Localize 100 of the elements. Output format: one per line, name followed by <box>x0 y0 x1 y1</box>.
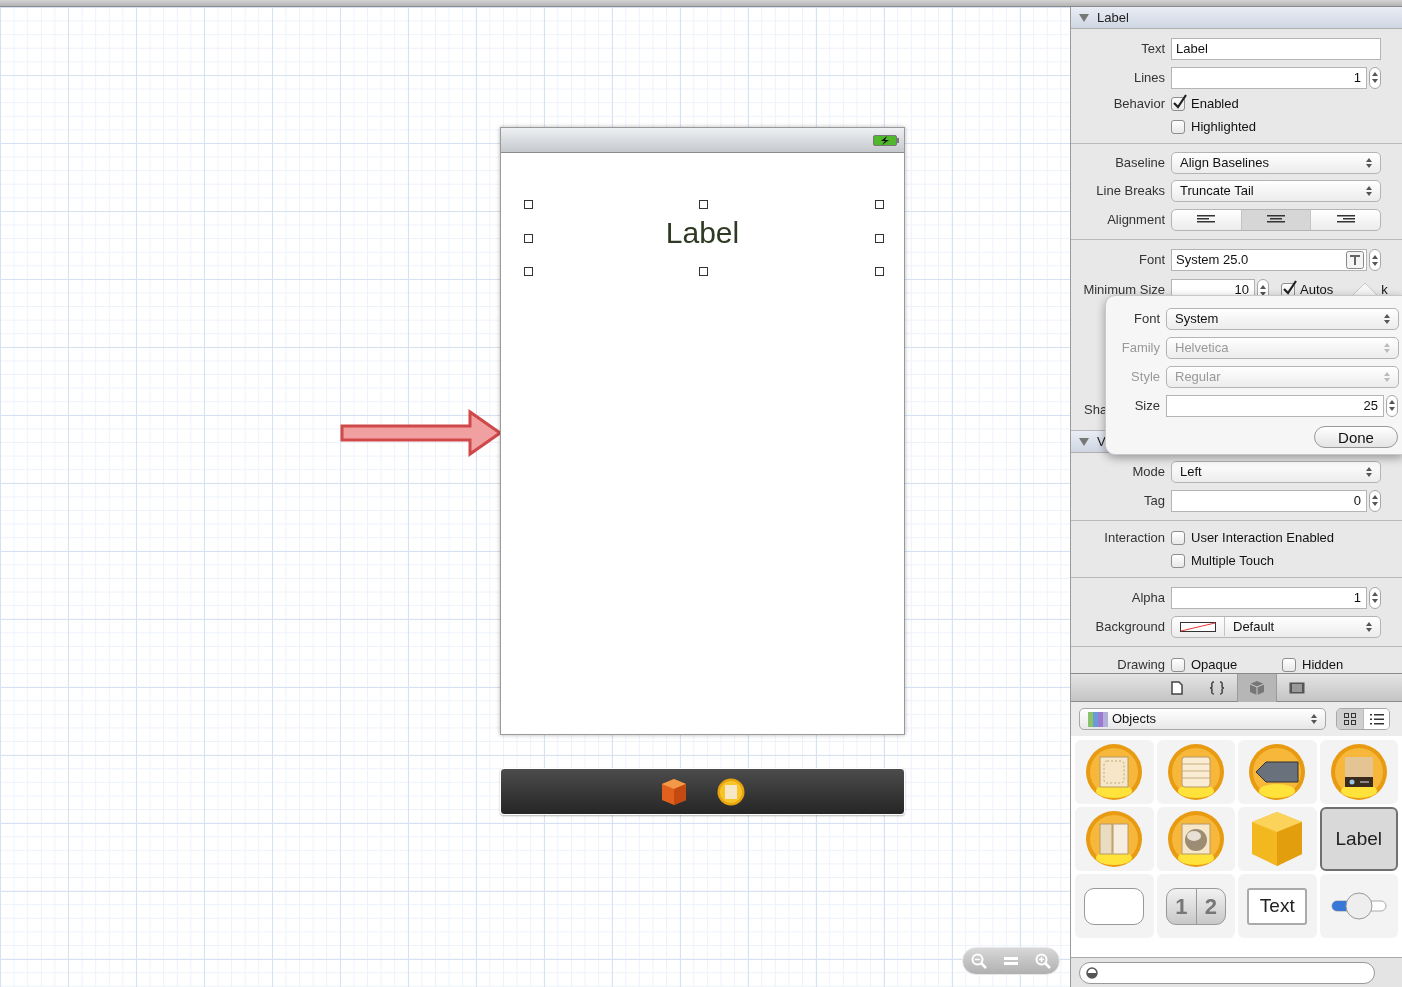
cube-icon[interactable] <box>660 777 687 806</box>
number-field[interactable]: 0 <box>1171 489 1367 512</box>
field-label: Interaction <box>1104 529 1165 545</box>
selection-handle[interactable] <box>875 234 884 243</box>
checkbox-label: User Interaction Enabled <box>1191 528 1335 547</box>
cube-icon <box>1248 679 1265 696</box>
field-label: Line Breaks <box>1096 183 1165 199</box>
checkbox-label: Highlighted <box>1191 117 1257 136</box>
field-label: Background <box>1095 618 1165 634</box>
stepper[interactable] <box>1369 489 1381 512</box>
updown-icon <box>1384 342 1390 353</box>
library-tab[interactable] <box>1236 673 1277 702</box>
stepper-down-icon <box>1372 502 1378 506</box>
select[interactable]: System <box>1166 307 1399 330</box>
library-dropdown[interactable]: Objects <box>1079 708 1326 730</box>
selection-handle[interactable] <box>875 267 884 276</box>
disclosure-triangle-icon[interactable] <box>1079 12 1089 23</box>
checkbox-label: Enabled <box>1191 94 1239 113</box>
field-label: Style <box>1131 368 1160 384</box>
field-label: Alignment <box>1107 211 1165 227</box>
library-item[interactable] <box>1238 740 1317 804</box>
segment-number: 1 <box>1174 892 1189 921</box>
alignment-segment[interactable] <box>1240 209 1311 230</box>
section-header[interactable]: Label <box>1071 7 1402 29</box>
updown-icon <box>1384 371 1390 382</box>
checkbox[interactable] <box>1171 658 1185 672</box>
list-icon <box>1369 713 1384 725</box>
selection-handle[interactable] <box>524 200 533 209</box>
library-item[interactable] <box>1319 740 1398 804</box>
field-label: Behavior <box>1113 95 1165 111</box>
updown-icon <box>1366 621 1372 632</box>
stepper-down-icon <box>1372 261 1378 266</box>
field-label: Family <box>1121 339 1160 355</box>
stepper[interactable] <box>1369 66 1381 89</box>
field-label: Lines <box>1133 69 1165 85</box>
selection-handle[interactable] <box>699 200 708 209</box>
checkbox[interactable] <box>1282 658 1296 672</box>
field-label: Font <box>1134 310 1160 326</box>
align-icon <box>1267 215 1285 224</box>
select[interactable]: Truncate Tail <box>1171 180 1381 202</box>
label-text[interactable]: Label <box>665 218 740 248</box>
checkbox-label: Autos <box>1300 281 1334 300</box>
disclosure-triangle-icon[interactable] <box>1079 436 1089 447</box>
view-controller-icon[interactable] <box>716 777 745 806</box>
stepper-down-icon <box>1372 599 1378 603</box>
field-label: Drawing <box>1117 657 1165 673</box>
select[interactable]: Align Baselines <box>1171 152 1381 174</box>
number-field[interactable]: 1 <box>1171 586 1367 609</box>
field-label: Tag <box>1144 492 1165 508</box>
file-icon <box>1170 680 1183 695</box>
color-select[interactable]: Default <box>1171 615 1381 638</box>
stepper-up-icon <box>1389 400 1395 404</box>
checkbox[interactable] <box>1171 96 1185 111</box>
grid-view-button[interactable] <box>1337 709 1363 729</box>
film-icon <box>1288 681 1305 694</box>
updown-icon <box>1366 186 1372 196</box>
field-label: Alpha <box>1131 589 1165 605</box>
number-field[interactable]: 25 <box>1166 394 1384 417</box>
filter-icon <box>1086 966 1098 979</box>
font-field[interactable]: System 25.0 <box>1171 249 1367 271</box>
updown-icon <box>1311 714 1317 724</box>
slider-object-icon <box>1329 891 1388 921</box>
number-field[interactable]: 1 <box>1171 66 1367 89</box>
checkbox-label: Opaque <box>1191 656 1238 673</box>
stepper[interactable] <box>1386 394 1398 417</box>
segment-number: 2 <box>1195 888 1225 924</box>
stepper[interactable] <box>1369 249 1381 271</box>
color-well-icon <box>1180 621 1216 632</box>
updown-icon <box>1366 158 1372 168</box>
updown-icon <box>1384 313 1390 324</box>
checkbox[interactable] <box>1171 530 1185 545</box>
image-object-icon <box>1166 810 1225 868</box>
selection-handle[interactable] <box>875 200 884 209</box>
selection-handle[interactable] <box>524 267 533 276</box>
stepper[interactable] <box>1369 586 1381 609</box>
field-label: Size <box>1134 397 1160 413</box>
stepper-up-icon <box>1372 592 1378 596</box>
checkbox-label: Multiple Touch <box>1191 551 1274 570</box>
stepper-up-icon <box>1372 72 1378 76</box>
search-field[interactable] <box>1079 961 1375 984</box>
table-object-icon <box>1166 743 1225 801</box>
checkbox-label: Hidden <box>1302 656 1344 673</box>
stepper-up-icon <box>1260 284 1266 289</box>
list-view-button[interactable] <box>1363 709 1389 729</box>
label-object: Label <box>1335 826 1382 851</box>
library-item[interactable]: Label <box>1319 807 1398 871</box>
selection-handle[interactable] <box>524 234 533 243</box>
checkbox[interactable] <box>1171 119 1185 134</box>
font-icon <box>1346 251 1364 269</box>
text-field[interactable]: Label <box>1171 37 1381 60</box>
done-button[interactable]: Done <box>1314 426 1398 448</box>
grid-icon <box>1344 713 1356 725</box>
select[interactable]: Left <box>1171 461 1381 483</box>
selection-handle[interactable] <box>699 267 708 276</box>
library-item[interactable]: Text <box>1238 874 1317 938</box>
braces-icon <box>1208 680 1225 695</box>
checkbox-label-tail: k <box>1381 281 1388 300</box>
checkbox[interactable] <box>1171 553 1185 568</box>
field-label: Mode <box>1132 464 1165 480</box>
stepper-up-icon <box>1372 495 1378 499</box>
